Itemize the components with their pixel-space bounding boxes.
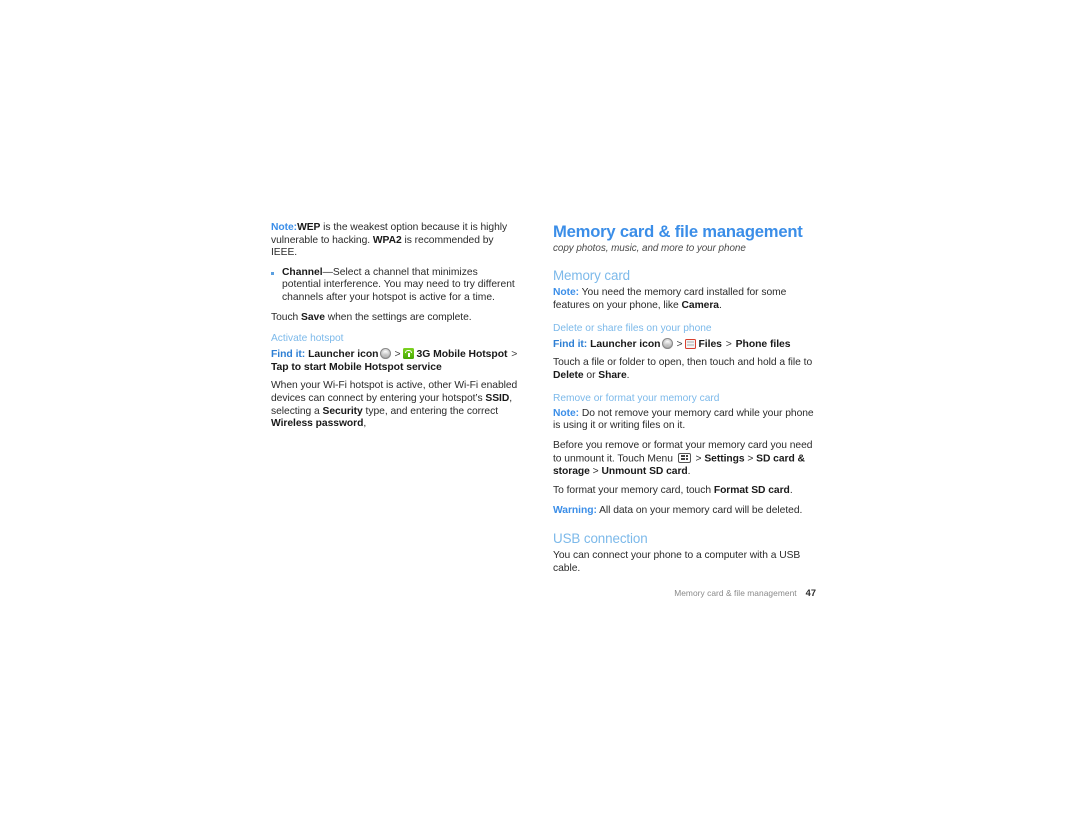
format-text-2: . <box>789 485 793 497</box>
warning-text: All data on your memory card will be del… <box>596 504 803 516</box>
touch-save-text-1: Touch <box>271 311 302 323</box>
memory-card-note-bold-camera: Camera <box>681 299 720 311</box>
memory-card-note-text-1: You need the memory card installed for s… <box>553 287 787 311</box>
find-it-activate-hotspot: Find it: Launcher icon >3G Mobile Hotspot… <box>271 347 519 375</box>
right-column: Memory card & file management copy photo… <box>553 222 816 576</box>
subsection-title-delete-share: Delete or share files on your phone <box>553 323 712 335</box>
delete-share-text-2: or <box>583 369 599 381</box>
note-label: Note: <box>271 222 298 233</box>
find-it-part-3g-hotspot: 3G Mobile Hotspot <box>416 348 508 360</box>
two-column-layout: Note:WEP is the weakest option because i… <box>271 222 816 576</box>
page-content-spread: Note:WEP is the weakest option because i… <box>271 222 816 576</box>
hotspot-bold-wireless-password: Wireless password <box>271 418 364 430</box>
hotspot-text-3: type, and entering the correct <box>362 405 499 417</box>
find-it-part-tap-to-start: Tap to start Mobile Hotspot service <box>271 362 442 374</box>
chapter-subtitle: copy photos, music, and more to your pho… <box>553 243 746 254</box>
find-it-part-launcher: Launcher icon <box>308 348 379 360</box>
remove-format-note-text: Do not remove your memory card while you… <box>553 407 814 432</box>
warning-paragraph: Warning: All data on your memory card wi… <box>553 505 816 518</box>
find-it-part-launcher: Launcher icon <box>590 338 661 350</box>
channel-bullet-list: Channel—Select a channel that minimizes … <box>271 267 519 305</box>
remove-format-note: Note: Do not remove your memory card whi… <box>553 408 816 433</box>
find-it-separator: > <box>394 348 401 360</box>
find-it-separator-2: > <box>511 348 518 360</box>
find-it-label: Find it: <box>271 348 306 360</box>
unmount-separator-2: > <box>747 453 754 465</box>
delete-share-bold-delete: Delete <box>553 369 584 381</box>
note-bold-wpa2: WPA2 <box>372 234 402 246</box>
hotspot-bold-ssid: SSID <box>485 393 510 405</box>
find-it-separator: > <box>676 338 683 350</box>
unmount-text-2: . <box>687 465 691 477</box>
bullet-bold-channel: Channel <box>282 266 323 278</box>
note-paragraph-wep: Note:WEP is the weakest option because i… <box>271 222 519 260</box>
hotspot-text-1: When your Wi-Fi hotspot is active, other… <box>271 380 518 405</box>
page-number: 47 <box>805 588 816 598</box>
hotspot-text-4: , <box>363 418 367 430</box>
find-it-files: Find it: Launcher icon > Files > Phone fil… <box>553 337 816 351</box>
find-it-separator-2: > <box>725 338 732 350</box>
unmount-separator-3: > <box>592 465 599 477</box>
left-column: Note:WEP is the weakest option because i… <box>271 222 519 431</box>
find-it-part-files: Files <box>698 338 722 350</box>
find-it-part-phone-files: Phone files <box>735 338 791 350</box>
hotspot-icon <box>403 347 415 359</box>
hotspot-body-paragraph: When your Wi-Fi hotspot is active, other… <box>271 380 519 430</box>
menu-icon <box>677 452 691 463</box>
delete-share-text-3: . <box>626 369 630 381</box>
touch-save-paragraph: Touch Save when the settings are complet… <box>271 312 519 325</box>
unmount-bold-unmount-sd-card: Unmount SD card <box>601 465 688 477</box>
footer-running-head: Memory card & file management <box>674 588 797 598</box>
section-title-usb-connection: USB connection <box>553 531 648 547</box>
section-title-memory-card: Memory card <box>553 268 631 283</box>
delete-share-bold-share: Share <box>598 369 627 381</box>
touch-save-bold: Save <box>301 311 325 323</box>
subsection-title-remove-format: Remove or format your memory card <box>553 393 720 405</box>
files-icon <box>685 338 697 349</box>
delete-share-text-1: Touch a file or folder to open, then tou… <box>553 357 813 369</box>
warning-label: Warning: <box>553 504 597 516</box>
memory-card-note: Note: You need the memory card installed… <box>553 287 816 312</box>
unmount-bold-settings: Settings <box>704 453 745 465</box>
note-bold-wep: WEP <box>297 222 321 233</box>
unmount-paragraph: Before you remove or format your memory … <box>553 440 816 478</box>
hotspot-bold-security: Security <box>322 405 363 417</box>
format-paragraph: To format your memory card, touch Format… <box>553 485 816 498</box>
note-label: Note: <box>553 407 580 419</box>
launcher-icon <box>662 337 674 349</box>
launcher-icon <box>380 347 392 359</box>
menu-icon-grid <box>680 455 688 461</box>
document-page: Note:WEP is the weakest option because i… <box>0 0 1080 834</box>
bullet-dot-icon <box>271 271 274 275</box>
memory-card-note-text-2: . <box>718 299 722 311</box>
find-it-label: Find it: <box>553 338 588 350</box>
usb-connection-body: You can connect your phone to a computer… <box>553 550 801 575</box>
touch-save-text-2: when the settings are complete. <box>324 311 472 323</box>
page-footer: Memory card & file management 47 <box>552 588 816 598</box>
subsection-title-activate-hotspot: Activate hotspot <box>271 333 344 345</box>
format-bold-format-sd-card: Format SD card <box>713 485 790 497</box>
delete-share-body: Touch a file or folder to open, then tou… <box>553 357 816 382</box>
format-text-1: To format your memory card, touch <box>553 485 714 497</box>
list-item: Channel—Select a channel that minimizes … <box>271 267 519 305</box>
unmount-separator-1: > <box>695 453 702 465</box>
page-title: Memory card & file management <box>553 222 803 241</box>
note-label: Note: <box>553 287 580 298</box>
